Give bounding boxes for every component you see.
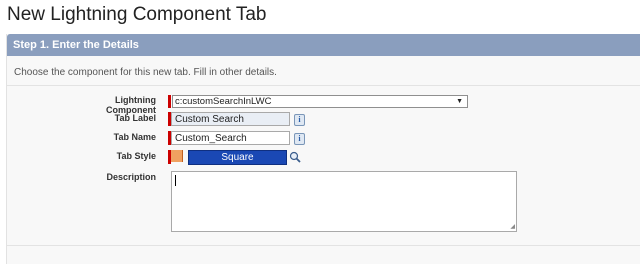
chevron-down-icon: ▼ [456, 98, 463, 105]
tab-style-button[interactable]: Square [188, 150, 287, 165]
tab-style-swatch-icon [171, 150, 183, 162]
tab-label-label: Tab Label [114, 113, 156, 123]
lightning-component-value: c:customSearchInLWC [175, 96, 272, 107]
description-label: Description [106, 172, 156, 182]
info-icon[interactable]: i [294, 114, 305, 126]
step-header-title: Step 1. Enter the Details [13, 39, 139, 51]
step-header: Step 1. Enter the Details [7, 34, 640, 56]
tab-label-input[interactable]: Custom Search [171, 112, 290, 126]
page-title: New Lightning Component Tab [7, 4, 267, 25]
tab-name-label: Tab Name [113, 132, 156, 142]
divider [7, 85, 640, 86]
lightning-component-label: Lightning Component [106, 95, 156, 115]
instruction-text: Choose the component for this new tab. F… [14, 67, 277, 78]
resize-handle-icon[interactable]: ◢ [510, 223, 515, 230]
text-cursor [175, 175, 176, 186]
lookup-icon[interactable] [289, 151, 301, 163]
description-textarea[interactable]: ◢ [171, 171, 517, 232]
lightning-component-select[interactable]: c:customSearchInLWC ▼ [172, 95, 468, 108]
tab-style-label: Tab Style [116, 151, 156, 161]
divider [7, 245, 640, 246]
tab-name-input[interactable]: Custom_Search [171, 131, 290, 145]
info-icon[interactable]: i [294, 133, 305, 145]
required-indicator [168, 95, 171, 108]
